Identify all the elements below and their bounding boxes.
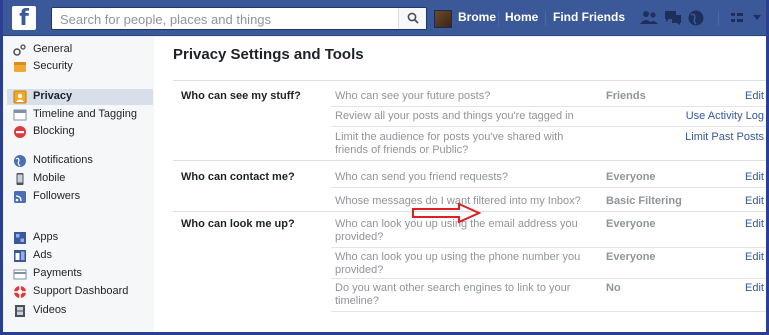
edit-link[interactable]: Edit [745, 218, 764, 230]
section-label-see-my-stuff: Who can see my stuff? [181, 90, 301, 102]
sidebar-item-privacy[interactable]: Privacy [7, 89, 153, 105]
nav-divider [545, 11, 546, 26]
search-button[interactable] [398, 8, 426, 29]
setting-value: Everyone [606, 218, 656, 230]
shield-icon [14, 62, 26, 72]
setting-value: Everyone [606, 251, 656, 263]
screenshot-frame: f Brome Home Find Friends [0, 0, 769, 335]
edit-link[interactable]: Edit [745, 90, 764, 102]
row-divider [331, 106, 766, 107]
sidebar-item-timeline-tagging[interactable]: Timeline and Tagging [11, 107, 151, 123]
sidebar-item-payments[interactable]: Payments [11, 266, 151, 282]
setting-value: No [606, 282, 621, 294]
sidebar-item-label: Ads [33, 249, 52, 261]
page-title: Privacy Settings and Tools [173, 46, 364, 63]
sidebar-item-ads[interactable]: Ads [11, 248, 151, 264]
edit-link[interactable]: Edit [745, 251, 764, 263]
sidebar-item-mobile[interactable]: Mobile [11, 171, 151, 187]
gear-icon [13, 44, 26, 56]
sidebar-item-security[interactable]: Security [11, 59, 151, 75]
setting-question: Who can see your future posts? [335, 90, 491, 102]
timeline-icon [13, 109, 27, 121]
settings-sidebar: General Security Privacy Timeline and Ta… [3, 37, 154, 332]
setting-value: Basic Filtering [606, 195, 682, 207]
row-divider [331, 126, 766, 127]
search-icon [407, 12, 419, 24]
limit-past-posts-link[interactable]: Limit Past Posts [685, 131, 764, 143]
section-label-look-me-up: Who can look me up? [181, 218, 295, 230]
sidebar-item-label: Security [33, 60, 73, 72]
notifications-globe-icon[interactable] [687, 9, 705, 27]
sidebar-item-label: Support Dashboard [33, 285, 129, 297]
sidebar-item-label: Apps [33, 231, 59, 243]
sidebar-item-support-dashboard[interactable]: Support Dashboard [11, 284, 151, 300]
search-input[interactable] [60, 9, 390, 29]
chevron-down-icon[interactable] [752, 14, 762, 22]
avatar[interactable] [434, 10, 452, 28]
sidebar-item-apps[interactable]: Apps [11, 230, 151, 246]
nav-divider [498, 11, 499, 26]
sidebar-item-label: General [33, 43, 73, 55]
edit-link[interactable]: Edit [745, 282, 764, 294]
privacy-settings-panel: Privacy Settings and Tools Who can see m… [154, 37, 766, 332]
sidebar-item-blocking[interactable]: Blocking [11, 124, 151, 140]
apps-icon [14, 232, 26, 244]
search-box[interactable] [51, 7, 427, 30]
row-divider [331, 278, 766, 279]
profile-link[interactable]: Brome [458, 10, 496, 24]
section-label-contact-me: Who can contact me? [181, 171, 295, 183]
setting-value: Everyone [606, 171, 656, 183]
globe-icon [14, 155, 26, 167]
sidebar-item-label: Mobile [33, 172, 66, 184]
sidebar-item-label: Timeline and Tagging [33, 108, 137, 120]
setting-question: Do you want other search engines to link… [335, 282, 571, 307]
find-friends-link[interactable]: Find Friends [553, 10, 625, 24]
sidebar-item-label: Privacy [33, 90, 73, 102]
section-divider [173, 80, 766, 81]
friend-requests-icon[interactable] [639, 9, 659, 27]
edit-link[interactable]: Edit [745, 171, 764, 183]
sidebar-item-followers[interactable]: Followers [11, 189, 151, 205]
nav-divider [718, 11, 719, 26]
lifebuoy-icon [14, 286, 26, 298]
facebook-logo[interactable]: f [12, 6, 36, 30]
sidebar-item-notifications[interactable]: Notifications [11, 153, 151, 169]
messages-icon[interactable] [663, 9, 683, 27]
setting-question: Who can send you friend requests? [335, 171, 509, 183]
setting-question: Who can look you up using the phone numb… [335, 251, 581, 276]
sidebar-item-label: Followers [33, 190, 81, 202]
setting-question: Limit the audience for posts you've shar… [335, 131, 564, 156]
setting-value: Friends [606, 90, 646, 102]
setting-question: Review all your posts and things you're … [335, 110, 574, 122]
edit-link[interactable]: Edit [745, 195, 764, 207]
row-divider [331, 247, 766, 248]
sidebar-item-general[interactable]: General [11, 42, 151, 58]
top-bar: f Brome Home Find Friends [3, 0, 766, 36]
lock-icon [13, 90, 27, 104]
section-divider [173, 160, 766, 161]
block-icon [14, 126, 26, 138]
annotation-arrow-icon [412, 202, 481, 224]
sidebar-item-label: Blocking [33, 125, 75, 137]
use-activity-log-link[interactable]: Use Activity Log [686, 110, 764, 122]
sidebar-item-videos[interactable]: Videos [11, 303, 151, 319]
privacy-shortcuts-icon[interactable] [730, 11, 744, 25]
home-link[interactable]: Home [505, 10, 538, 24]
sidebar-item-label: Notifications [33, 154, 93, 166]
row-divider [331, 311, 766, 312]
row-divider [331, 187, 766, 188]
rss-icon [14, 191, 26, 203]
ads-icon [14, 250, 26, 262]
sidebar-item-label: Videos [33, 304, 67, 316]
card-icon [13, 269, 27, 280]
mobile-icon [16, 173, 24, 185]
sidebar-item-label: Payments [33, 267, 82, 279]
film-icon [15, 305, 25, 317]
